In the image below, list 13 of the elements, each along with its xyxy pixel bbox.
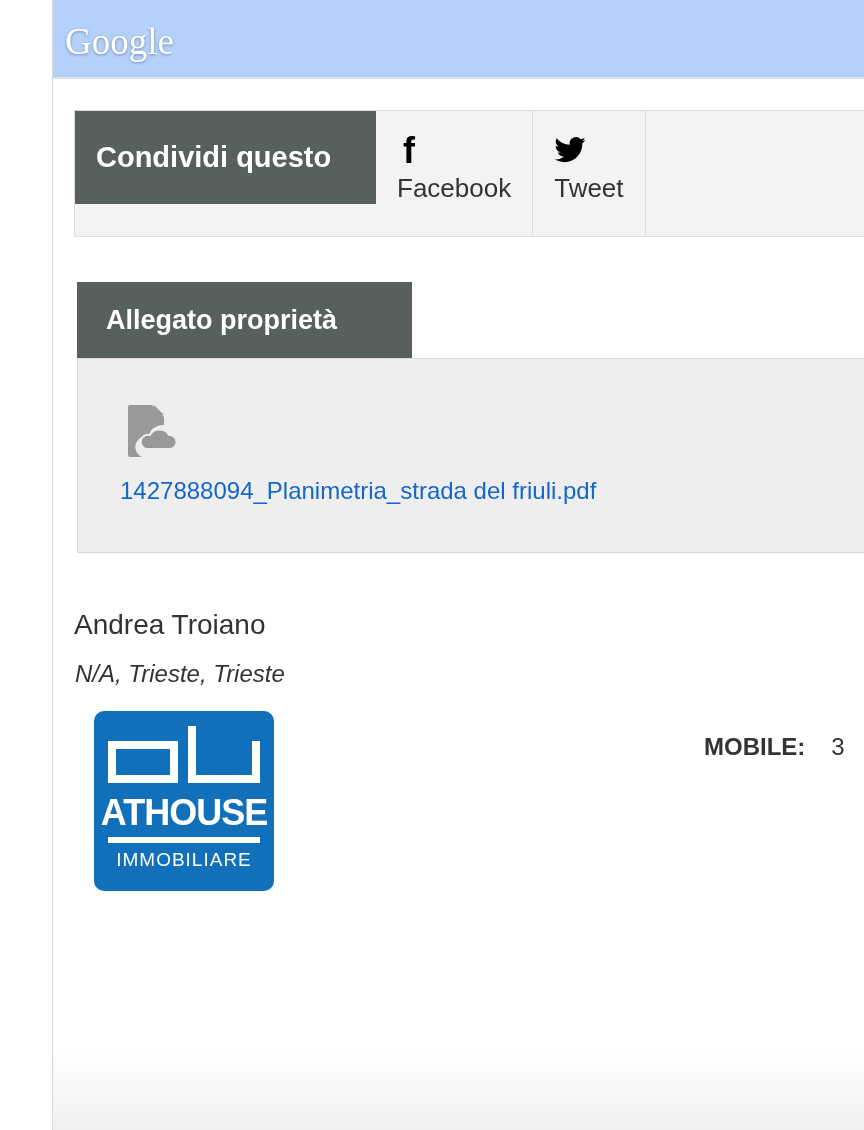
phone-label: MOBILE: (704, 732, 806, 762)
phone-number: 3 (831, 732, 845, 762)
tweet-button[interactable]: Tweet (533, 111, 646, 236)
logo-name: ATHOUSE (100, 793, 268, 833)
logo-tagline: IMMOBILIARE (116, 849, 252, 871)
agent-location: N/A, Trieste, Trieste (75, 659, 286, 689)
file-link[interactable]: 1427888094_Planimetria_strada del friuli.pdf (120, 473, 864, 509)
agent-name: Andrea Troiano (74, 608, 267, 642)
facebook-button[interactable]: f Facebook (376, 111, 534, 236)
attachment-heading: Allegato proprietà (77, 282, 412, 358)
share-heading: Condividi questo (75, 111, 376, 204)
facebook-glyph: f (403, 133, 415, 169)
bird-icon (554, 137, 587, 163)
